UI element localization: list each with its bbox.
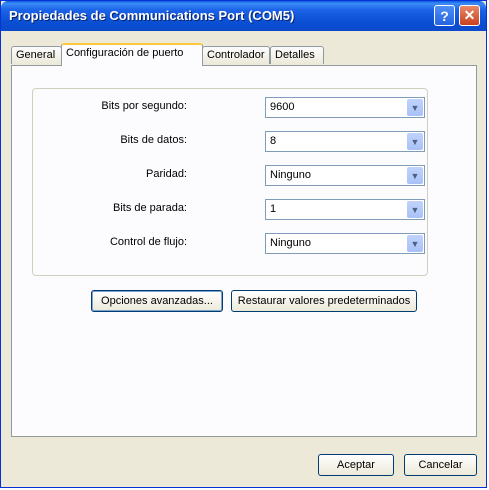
advanced-options-button[interactable]: Opciones avanzadas... <box>91 290 223 312</box>
tab-general[interactable]: General <box>11 46 62 64</box>
close-icon: ✕ <box>463 7 476 23</box>
tab-details[interactable]: Detalles <box>270 46 324 64</box>
title-bar[interactable]: Propiedades de Communications Port (COM5… <box>1 1 486 31</box>
data-bits-select[interactable]: 8 ▼ <box>265 131 425 152</box>
chevron-down-icon[interactable]: ▼ <box>407 201 423 218</box>
flow-control-label: Control de flujo: <box>109 236 187 248</box>
stop-bits-value: 1 <box>270 203 277 215</box>
chevron-down-icon[interactable]: ▼ <box>407 167 423 184</box>
data-bits-label: Bits de datos: <box>120 134 187 146</box>
chevron-down-icon[interactable]: ▼ <box>407 235 423 252</box>
parity-label: Paridad: <box>146 168 187 180</box>
port-settings-group: Bits por segundo: 9600 ▼ Bits de datos: … <box>32 88 428 276</box>
restore-defaults-button[interactable]: Restaurar valores predeterminados <box>231 290 417 312</box>
help-button[interactable]: ? <box>434 5 455 26</box>
accept-button[interactable]: Aceptar <box>318 454 394 476</box>
properties-dialog: Propiedades de Communications Port (COM5… <box>0 0 487 488</box>
flow-control-value: Ninguno <box>270 237 311 249</box>
chevron-down-icon[interactable]: ▼ <box>407 99 423 116</box>
stop-bits-select[interactable]: 1 ▼ <box>265 199 425 220</box>
parity-select[interactable]: Ninguno ▼ <box>265 165 425 186</box>
bits-per-second-label: Bits por segundo: <box>101 100 187 112</box>
stop-bits-label: Bits de parada: <box>113 202 187 214</box>
bits-per-second-value: 9600 <box>270 101 295 113</box>
bits-per-second-select[interactable]: 9600 ▼ <box>265 97 425 118</box>
cancel-button[interactable]: Cancelar <box>404 454 477 476</box>
flow-control-select[interactable]: Ninguno ▼ <box>265 233 425 254</box>
help-icon: ? <box>440 7 449 24</box>
parity-value: Ninguno <box>270 169 311 181</box>
tab-port-settings[interactable]: Configuración de puerto <box>61 43 203 66</box>
close-button[interactable]: ✕ <box>459 5 480 26</box>
tab-driver[interactable]: Controlador <box>202 46 270 64</box>
tab-panel: Bits por segundo: 9600 ▼ Bits de datos: … <box>11 65 477 437</box>
data-bits-value: 8 <box>270 135 277 147</box>
chevron-down-icon[interactable]: ▼ <box>407 133 423 150</box>
window-title: Propiedades de Communications Port (COM5… <box>9 8 295 23</box>
